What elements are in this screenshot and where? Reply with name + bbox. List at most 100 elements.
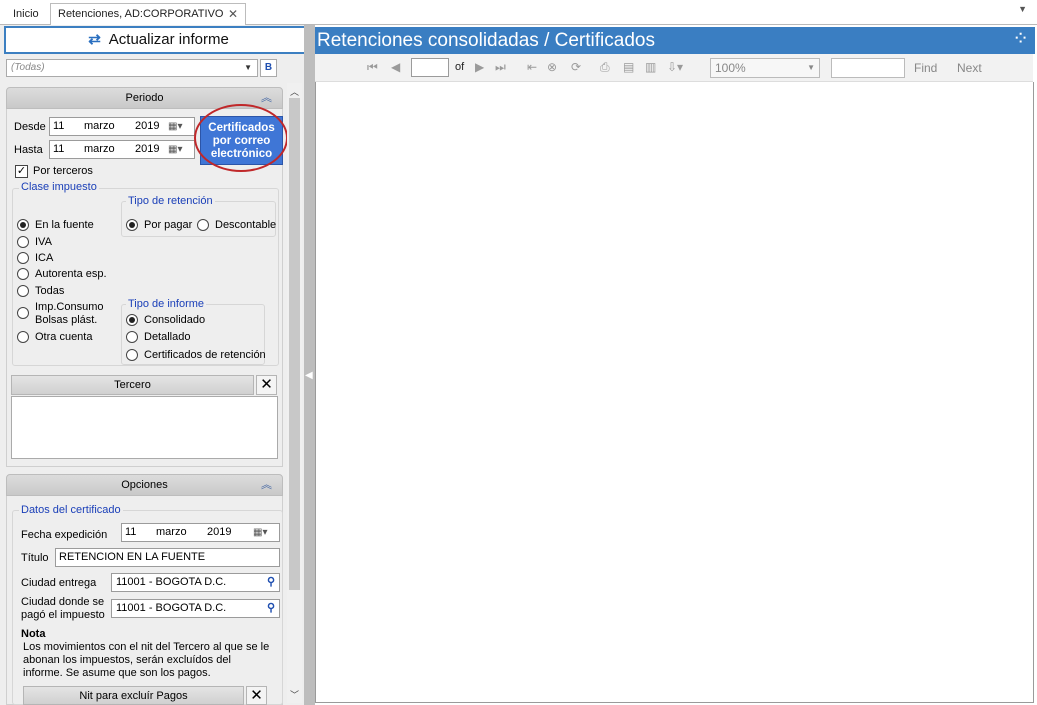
periodo-header-label: Periodo (125, 92, 164, 104)
radio-en-la-fuente[interactable] (17, 219, 29, 231)
filter-combo-value: (Todas) (11, 62, 45, 73)
ciudad-entrega-label: Ciudad entrega (21, 577, 97, 589)
report-viewer[interactable] (315, 82, 1034, 703)
radio-autorenta[interactable] (17, 268, 29, 280)
ciudad-pago-field[interactable]: 11001 - BOGOTA D.C. ⚲ (111, 599, 280, 618)
tipo-informe-title: Tipo de informe (126, 298, 207, 310)
chevron-down-icon: ▼ (807, 63, 815, 72)
find-input[interactable] (831, 58, 905, 78)
por-terceros-label: Por terceros (33, 165, 93, 177)
radio-iva-label: IVA (35, 236, 52, 248)
report-toolbar: ⏮ ◀ of ▶ ⏭ ⇤ ⊗ ⟳ ⎙ ▤ ▥ ⇩▾ 100% ▼ Find Ne… (315, 54, 1033, 82)
titulo-value: RETENCION EN LA FUENTE (59, 551, 206, 563)
titulo-label: Título (21, 552, 49, 564)
datos-certificado-title: Datos del certificado (19, 504, 123, 516)
radio-detallado[interactable] (126, 331, 138, 343)
fecha-year: 2019 (207, 526, 232, 538)
close-icon[interactable]: ✕ (228, 4, 238, 24)
last-page-icon[interactable]: ⏭ (495, 60, 506, 75)
nit-clear-icon[interactable]: ✕ (246, 686, 267, 705)
clase-impuesto-title: Clase impuesto (19, 181, 99, 193)
highlight-circle (194, 104, 288, 172)
ciudad-pago-label-2: pagó el impuesto (21, 609, 105, 621)
radio-otra-cuenta[interactable] (17, 331, 29, 343)
report-title-bar: Retenciones consolidadas / Certificados … (315, 27, 1035, 54)
refresh-report-icon[interactable]: ⟳ (571, 60, 581, 74)
tab-retenciones[interactable]: Retenciones, AD:CORPORATIVO ✕ (50, 3, 246, 25)
hasta-month: marzo (84, 143, 115, 155)
panel-splitter[interactable] (304, 25, 315, 705)
collapse-left-icon[interactable]: ◀ (305, 370, 313, 381)
update-report-button[interactable]: ⇄ Actualizar informe (4, 26, 313, 54)
calendar-icon[interactable]: ▦▾ (168, 141, 182, 158)
nit-excluir-label: Nit para excluír Pagos (79, 690, 188, 702)
radio-certificados-retencion[interactable] (126, 349, 138, 361)
update-report-label: Actualizar informe (108, 31, 229, 48)
find-button[interactable]: Find (914, 61, 937, 75)
page-number-input[interactable] (411, 58, 449, 77)
ciudad-pago-label-1: Ciudad donde se (21, 596, 105, 608)
hasta-label: Hasta (14, 144, 43, 156)
print-icon[interactable]: ⎙ (600, 60, 610, 75)
calendar-icon[interactable]: ▦▾ (168, 118, 182, 135)
zoom-select[interactable]: 100% ▼ (710, 58, 820, 78)
scroll-down-icon[interactable]: ﹀ (290, 688, 299, 701)
tercero-clear-icon[interactable]: ✕ (256, 375, 277, 395)
scrollbar-thumb[interactable] (289, 98, 300, 590)
next-page-icon[interactable]: ▶ (475, 60, 484, 74)
prev-page-icon[interactable]: ◀ (391, 60, 400, 74)
desde-month: marzo (84, 120, 115, 132)
tercero-list[interactable] (11, 396, 278, 459)
desde-date-field[interactable]: 11 marzo 2019 ▦▾ (49, 117, 195, 136)
tab-inicio[interactable]: Inicio (6, 4, 46, 25)
radio-autorenta-label: Autorenta esp. (35, 268, 107, 280)
radio-imp-consumo[interactable] (17, 307, 29, 319)
export-icon[interactable]: ⇩▾ (667, 60, 683, 74)
radio-otra-cuenta-label: Otra cuenta (35, 331, 93, 343)
radio-detallado-label: Detallado (144, 331, 191, 343)
radio-todas-label: Todas (35, 285, 65, 297)
hasta-day: 11 (53, 143, 65, 155)
radio-descontable[interactable] (197, 219, 209, 231)
radio-imp-consumo-label: Imp.Consumo (35, 301, 104, 313)
hasta-date-field[interactable]: 11 marzo 2019 ▦▾ (49, 140, 195, 159)
refresh-icon: ⇄ (88, 31, 101, 48)
fecha-day: 11 (125, 526, 137, 538)
titulo-field[interactable]: RETENCION EN LA FUENTE (55, 548, 280, 567)
radio-por-pagar-label: Por pagar (144, 219, 193, 231)
back-icon[interactable]: ⇤ (527, 60, 537, 74)
b-button[interactable]: B (260, 59, 277, 77)
page-setup-icon[interactable]: ▥ (645, 60, 656, 74)
search-icon[interactable]: ⚲ (267, 574, 275, 591)
radio-ica[interactable] (17, 252, 29, 264)
next-button[interactable]: Next (957, 61, 982, 75)
tab-list-dropdown-icon[interactable]: ▼ (1018, 4, 1027, 14)
fecha-expedicion-field[interactable]: 11 marzo 2019 ▦▾ (121, 523, 280, 542)
radio-iva[interactable] (17, 236, 29, 248)
tab-retenciones-label: Retenciones, AD:CORPORATIVO (58, 8, 224, 20)
first-page-icon[interactable]: ⏮ (367, 60, 378, 75)
radio-ica-label: ICA (35, 252, 54, 264)
desde-day: 11 (53, 120, 65, 132)
filter-combo[interactable]: (Todas) ▼ (6, 59, 258, 77)
ciudad-entrega-value: 11001 - BOGOTA D.C. (116, 576, 227, 588)
nota-line-3: informe. Se asume que son los pagos. (23, 667, 211, 679)
desde-year: 2019 (135, 120, 160, 132)
por-terceros-checkbox[interactable]: ✓ (15, 165, 28, 178)
radio-por-pagar[interactable] (126, 219, 138, 231)
radio-consolidado[interactable] (126, 314, 138, 326)
desde-label: Desde (14, 121, 46, 133)
stop-icon[interactable]: ⊗ (547, 60, 557, 74)
report-title: Retenciones consolidadas / Certificados (317, 30, 655, 51)
print-layout-icon[interactable]: ▤ (623, 60, 634, 74)
of-label: of (455, 61, 465, 73)
collapse-icon: ︽ (261, 479, 272, 491)
opciones-header[interactable]: Opciones ︽ (6, 474, 283, 496)
scroll-up-icon[interactable]: ︿ (290, 85, 299, 98)
search-icon[interactable]: ⚲ (267, 600, 275, 617)
radio-todas[interactable] (17, 285, 29, 297)
ciudad-entrega-field[interactable]: 11001 - BOGOTA D.C. ⚲ (111, 573, 280, 592)
radio-en-la-fuente-label: En la fuente (35, 219, 94, 231)
calendar-icon[interactable]: ▦▾ (253, 524, 267, 541)
zoom-value: 100% (715, 61, 746, 75)
